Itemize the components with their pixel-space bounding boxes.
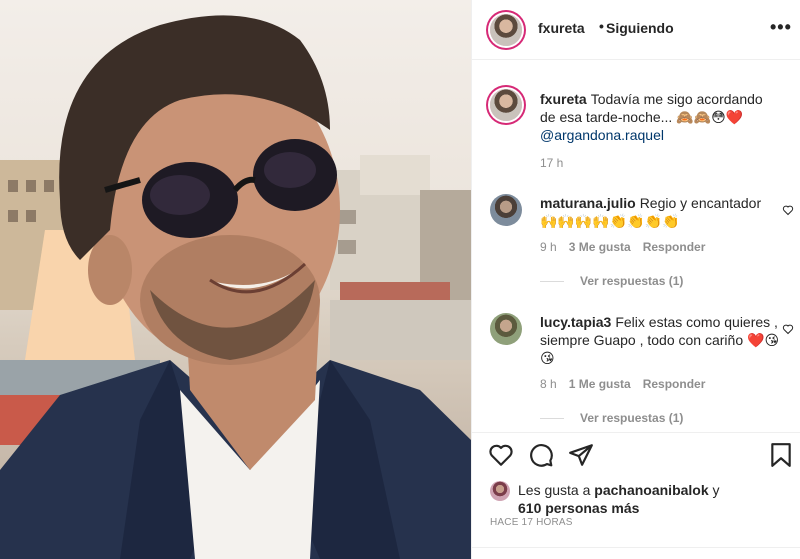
likes-connector: y [712,482,720,498]
caption-text: fxureta Todavía me sigo acordando de esa … [540,90,780,144]
replies-divider [540,280,564,282]
caption-mention[interactable]: @argandona.raquel [540,127,664,143]
more-horizontal-icon[interactable]: ••• [770,17,792,38]
post-actions: Les gusta a pachanoanibalok y 610 person… [472,432,800,559]
post-header: fxureta • Siguiendo ••• [472,0,800,60]
view-replies-label: Ver respuestas (1) [580,274,684,288]
bookmark-icon[interactable] [768,442,794,468]
liker-avatar[interactable] [490,481,510,501]
separator-dot: • [599,18,604,34]
comment-likes[interactable]: 1 Me gusta [569,377,631,391]
commenter-avatar[interactable] [490,313,522,345]
heart-icon[interactable] [488,442,514,468]
reply-button[interactable]: Responder [643,240,706,254]
liker-username[interactable]: pachanoanibalok [594,482,708,498]
reply-button[interactable]: Responder [643,377,706,391]
comment-meta: 9 h 3 Me gusta Responder [540,240,705,254]
comment-time[interactable]: 8 h [540,377,557,391]
author-username[interactable]: fxureta [538,20,585,36]
photo-illustration [0,15,471,559]
comment-icon[interactable] [528,442,554,468]
view-replies-label: Ver respuestas (1) [580,411,684,425]
comment-time[interactable]: 9 h [540,240,557,254]
comment-likes[interactable]: 3 Me gusta [569,240,631,254]
comment-meta: 8 h 1 Me gusta Responder [540,377,705,391]
caption-avatar[interactable] [490,89,522,121]
caption-time[interactable]: 17 h [540,156,563,170]
comment-text: maturana.julio Regio y encantador 🙌🙌🙌🙌👏👏👏… [540,194,780,230]
likes-prefix: Les gusta a [518,482,591,498]
comments-list[interactable]: fxureta Todavía me sigo acordando de esa … [472,61,800,431]
commenter-avatar[interactable] [490,194,522,226]
likes-count[interactable]: 610 personas más [518,500,639,516]
replies-divider [540,417,564,419]
comment-like-icon[interactable] [782,204,794,216]
comment-text: lucy.tapia3 Felix estas como quieres , si… [540,313,780,367]
view-replies-button[interactable]: Ver respuestas (1) [540,274,683,288]
view-replies-button[interactable]: Ver respuestas (1) [540,411,683,425]
likes-text: Les gusta a pachanoanibalok y 610 person… [518,481,788,517]
post-side-panel: fxureta • Siguiendo ••• fxureta Todavía m… [471,0,800,559]
paper-plane-icon[interactable] [568,442,594,468]
comment-username[interactable]: lucy.tapia3 [540,314,611,330]
comment-username[interactable]: maturana.julio [540,195,636,211]
post-photo[interactable] [0,0,471,559]
author-avatar[interactable] [490,14,522,46]
comment-like-icon[interactable] [782,323,794,335]
caption-meta: 17 h [540,156,563,170]
divider [472,547,800,548]
post-timestamp[interactable]: HACE 17 HORAS [490,517,573,528]
caption-username[interactable]: fxureta [540,91,587,107]
follow-status[interactable]: Siguiendo [606,20,674,36]
